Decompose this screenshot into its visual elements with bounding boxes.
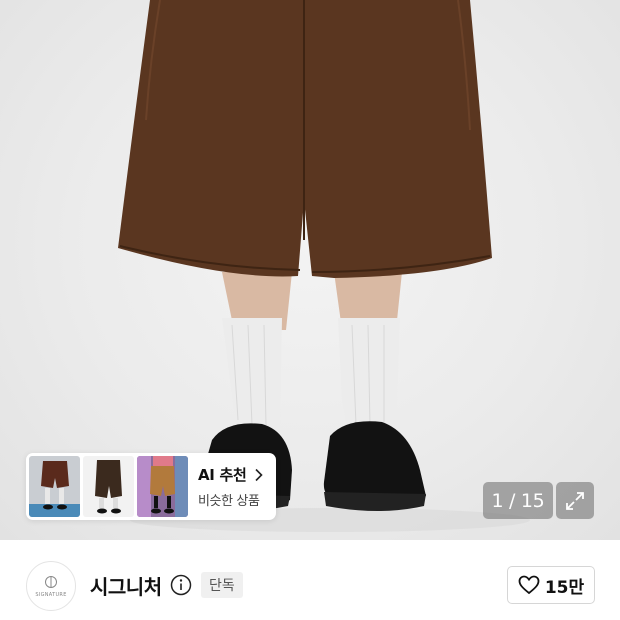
store-logo-text: SIGNATURE (35, 591, 67, 598)
thumbnail-strip (29, 456, 188, 517)
info-icon[interactable] (170, 574, 192, 596)
expand-icon (566, 491, 584, 510)
store-bar: SIGNATURE 시그니처 단독 15만 (0, 540, 620, 620)
ai-text: AI 추천 비슷한 상품 (198, 464, 263, 509)
store-name[interactable]: 시그니처 (90, 571, 162, 600)
like-button[interactable]: 15만 (507, 566, 595, 604)
image-counter: 1 / 15 (483, 482, 553, 519)
heart-icon (518, 575, 540, 595)
similar-product-thumb-1[interactable] (29, 456, 80, 517)
ai-subtitle: 비슷한 상품 (198, 494, 260, 509)
exclusive-badge: 단독 (201, 572, 243, 598)
store-logo[interactable]: SIGNATURE (26, 561, 76, 611)
similar-product-thumb-3[interactable] (137, 456, 188, 517)
signature-logo-icon (45, 575, 57, 588)
similar-product-thumb-2[interactable] (83, 456, 134, 517)
expand-button[interactable] (556, 482, 594, 519)
ai-title: AI 추천 (198, 466, 247, 484)
like-count: 15만 (544, 577, 585, 598)
ai-recommendation-card[interactable]: AI 추천 비슷한 상품 (26, 453, 276, 520)
chevron-right-icon (254, 468, 263, 481)
ai-title-row: AI 추천 (198, 464, 263, 485)
